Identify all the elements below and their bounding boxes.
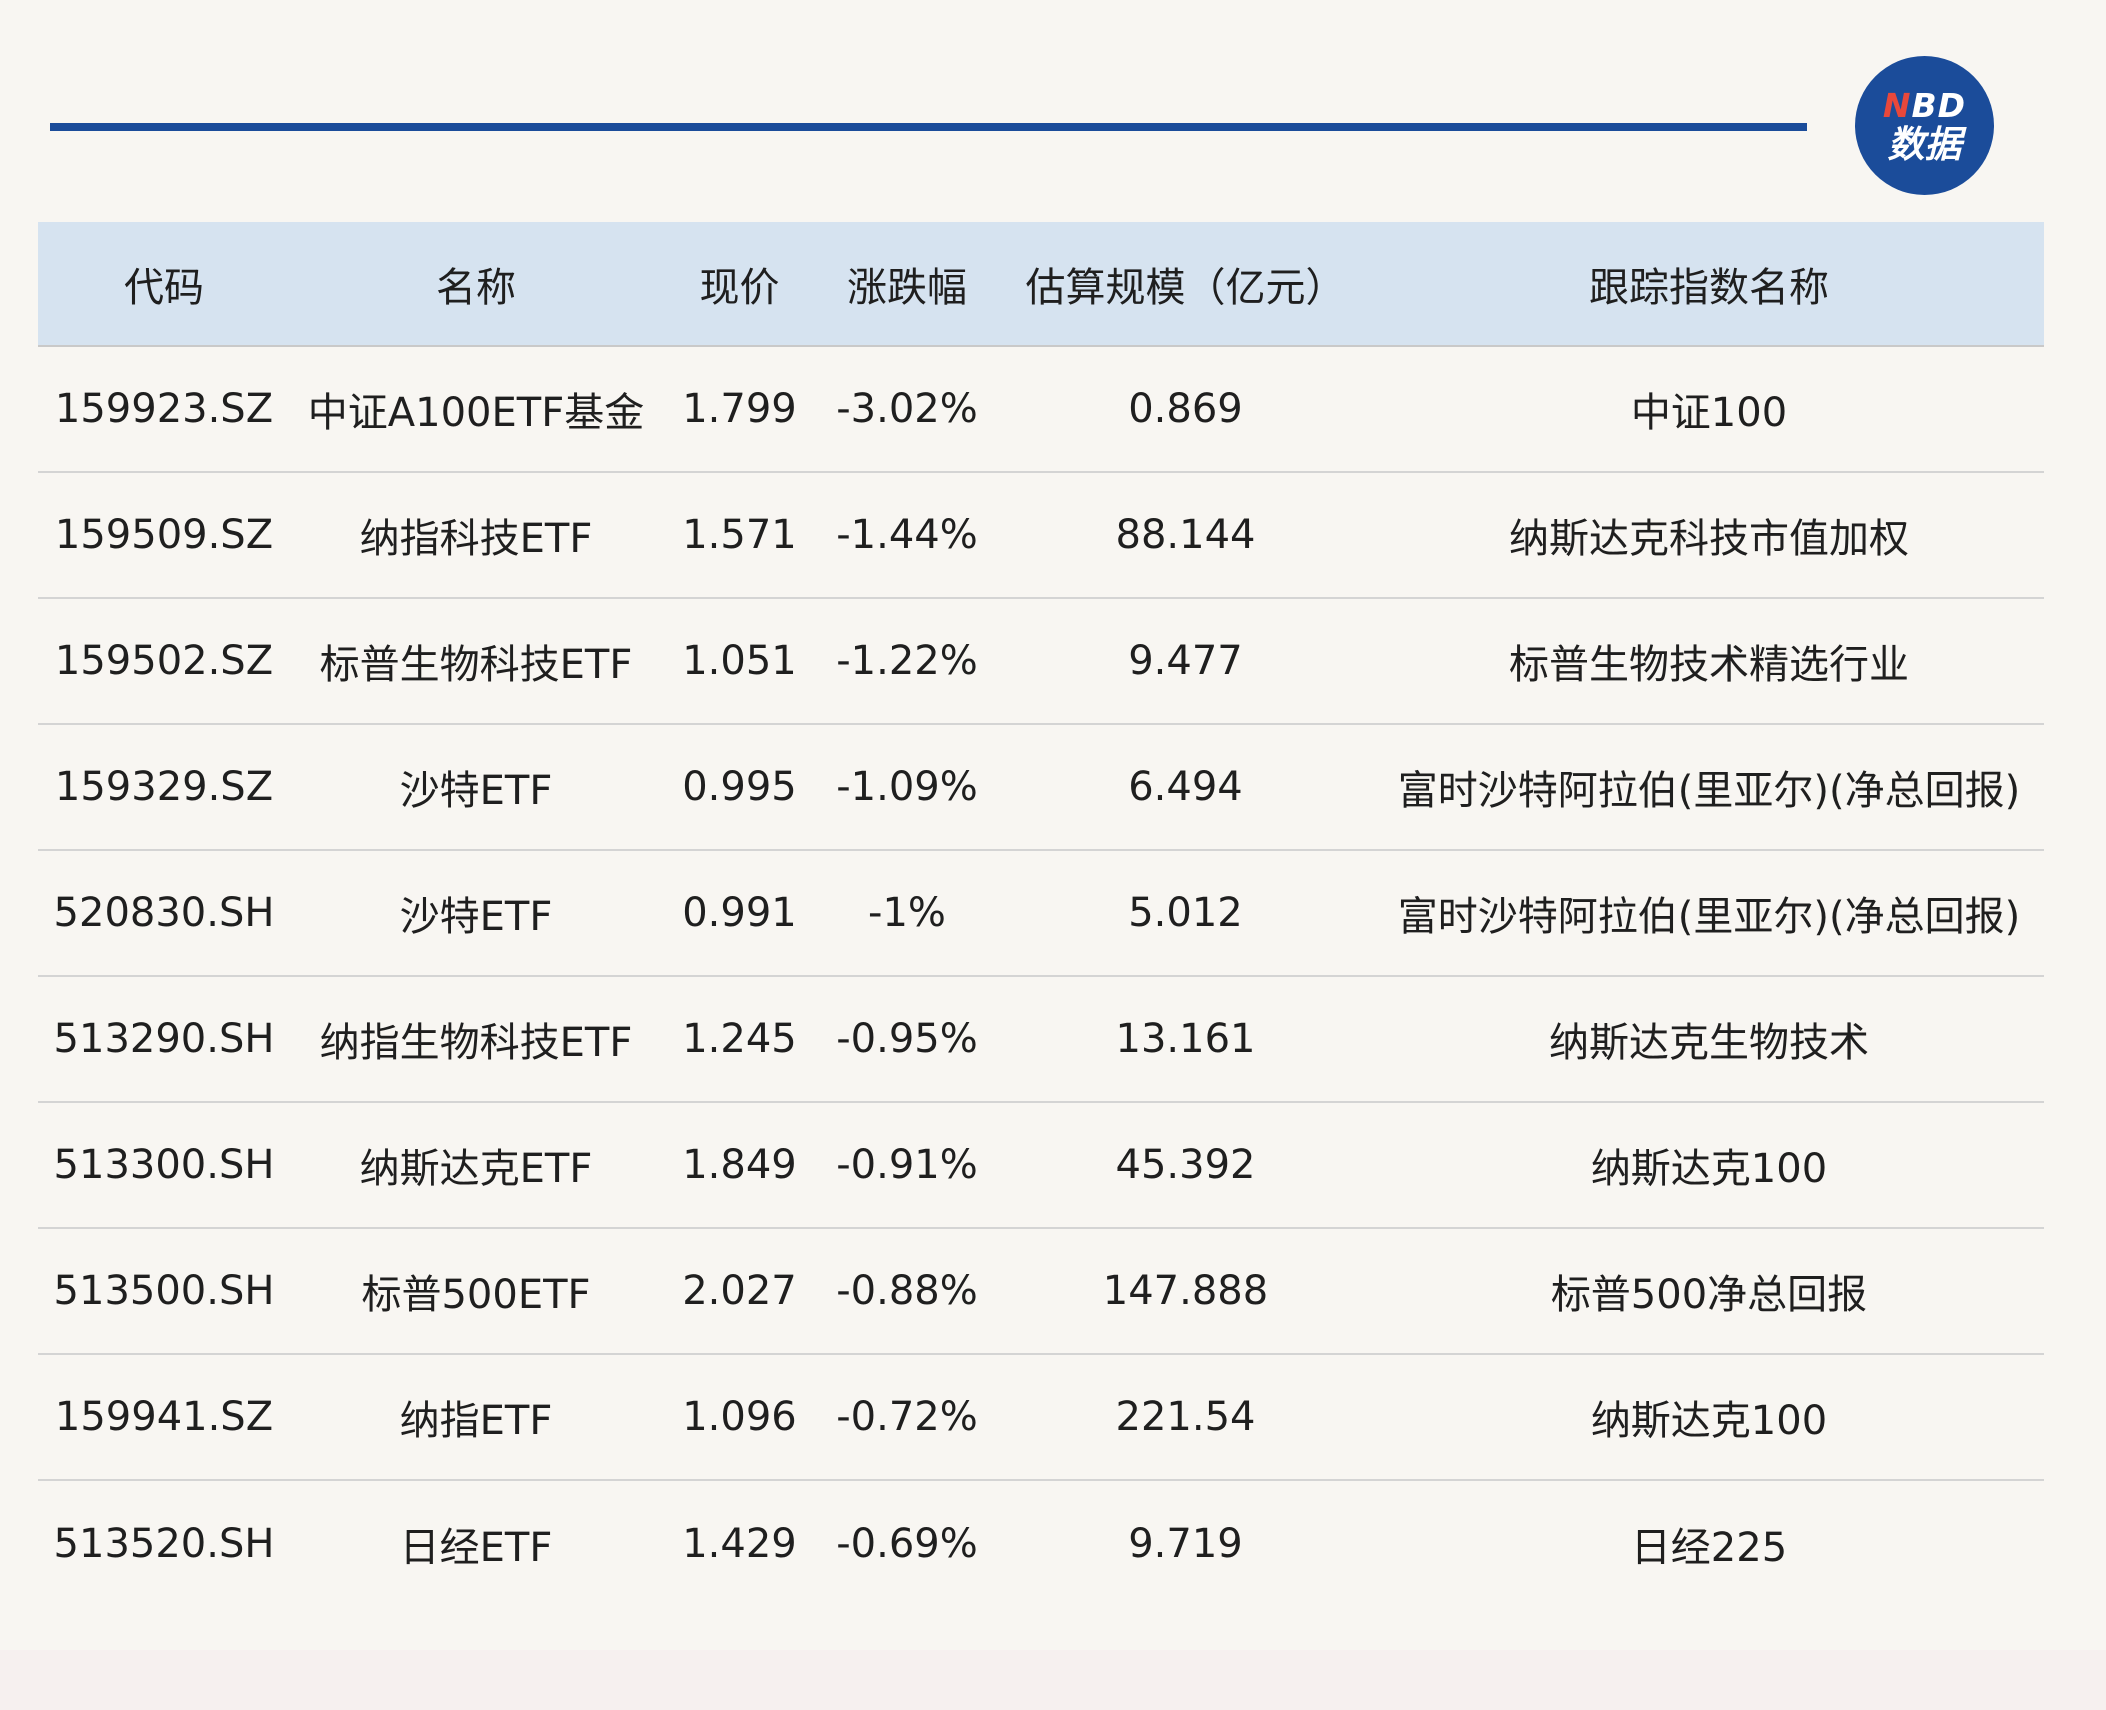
header-code: 代码 xyxy=(38,222,290,347)
cell-code: 159329.SZ xyxy=(38,724,290,851)
cell-scale: 9.719 xyxy=(1128,1520,1243,1567)
cell-index: 中证100 xyxy=(1374,346,2044,473)
header-scale: 估算规模（亿元） xyxy=(997,222,1374,347)
cell-change: -0.72% xyxy=(817,1354,997,1481)
table-row: 159329.SZ 沙特ETF 0.995 -1.09% 6.494 富时沙特阿… xyxy=(38,724,2044,851)
cell-scale: 5.012 xyxy=(997,850,1374,977)
cell-change: -0.91% xyxy=(817,1102,997,1229)
cell-scale: 6.494 xyxy=(997,724,1374,851)
cell-name: 纳指科技ETF xyxy=(290,472,662,599)
cell-scale: 0.869 xyxy=(997,346,1374,473)
logo-bottom-text: 数据 xyxy=(1887,122,1962,166)
cell-index: 标普生物技术精选行业 xyxy=(1374,598,2044,725)
cell-price: 1.799 xyxy=(662,346,817,473)
cell-scale: 45.392 xyxy=(997,1102,1374,1229)
etf-table: 代码 名称 现价 涨跌幅 估算规模（亿元） 跟踪指数名称 159923.SZ 中… xyxy=(38,222,2044,1606)
cell-index: 纳斯达克科技市值加权 xyxy=(1374,472,2044,599)
header-change: 涨跌幅 xyxy=(817,222,997,347)
logo-top-text: NBD xyxy=(1882,85,1967,125)
table-header-row: 代码 名称 现价 涨跌幅 估算规模（亿元） 跟踪指数名称 xyxy=(38,222,2044,347)
cell-index: 富时沙特阿拉伯(里亚尔)(净总回报) xyxy=(1374,724,2044,851)
cell-price: 1.051 xyxy=(662,598,817,725)
cell-change: -1.09% xyxy=(817,724,997,851)
cell-price: 1.245 xyxy=(662,976,817,1103)
cell-name: 中证A100ETF基金 xyxy=(290,346,662,473)
table-row: 513290.SH 纳指生物科技ETF 1.245 -0.95% 13.161 … xyxy=(38,976,2044,1103)
cell-code: 513500.SH xyxy=(38,1228,290,1355)
header-name: 名称 xyxy=(290,222,662,347)
cell-scale: 147.888 xyxy=(997,1228,1374,1355)
cell-scale: 221.54 xyxy=(997,1354,1374,1481)
cell-scale: 9.477 xyxy=(997,598,1374,725)
cell-code: 513300.SH xyxy=(38,1102,290,1229)
table-row: 513520.SH 日经ETF 1.429 -0.69% 9.719 日经225 xyxy=(38,1480,2044,1606)
cell-change: -1.44% xyxy=(817,472,997,599)
cell-change: -1.22% xyxy=(817,598,997,725)
top-rule xyxy=(50,123,1807,131)
bottom-band xyxy=(0,1650,2106,1710)
cell-name: 沙特ETF xyxy=(290,850,662,977)
cell-code: 159502.SZ xyxy=(38,598,290,725)
cell-index: 标普500净总回报 xyxy=(1374,1228,2044,1355)
header-index: 跟踪指数名称 xyxy=(1374,222,2044,347)
cell-price: 1.571 xyxy=(662,472,817,599)
cell-price: 2.027 xyxy=(662,1228,817,1355)
table-row: 159509.SZ 纳指科技ETF 1.571 -1.44% 88.144 纳斯… xyxy=(38,472,2044,599)
etf-table-container: 代码 名称 现价 涨跌幅 估算规模（亿元） 跟踪指数名称 159923.SZ 中… xyxy=(38,222,2044,1606)
cell-name: 沙特ETF xyxy=(290,724,662,851)
cell-name: 纳斯达克ETF xyxy=(290,1102,662,1229)
table-row: 520830.SH 沙特ETF 0.991 -1% 5.012 富时沙特阿拉伯(… xyxy=(38,850,2044,977)
cell-price: 1.429 xyxy=(682,1520,797,1567)
header-price: 现价 xyxy=(662,222,817,347)
cell-code: 513290.SH xyxy=(38,976,290,1103)
cell-change: -0.69% xyxy=(836,1520,978,1567)
cell-index: 纳斯达克生物技术 xyxy=(1374,976,2044,1103)
cell-code: 520830.SH xyxy=(38,850,290,977)
cell-scale: 13.161 xyxy=(997,976,1374,1103)
table-row: 513500.SH 标普500ETF 2.027 -0.88% 147.888 … xyxy=(38,1228,2044,1355)
cell-name: 纳指ETF xyxy=(290,1354,662,1481)
table-row: 513300.SH 纳斯达克ETF 1.849 -0.91% 45.392 纳斯… xyxy=(38,1102,2044,1229)
cell-price: 1.096 xyxy=(662,1354,817,1481)
cell-name: 标普生物科技ETF xyxy=(290,598,662,725)
cell-price: 0.995 xyxy=(662,724,817,851)
cell-change: -1% xyxy=(817,850,997,977)
cell-name: 标普500ETF xyxy=(290,1228,662,1355)
cell-name: 日经ETF xyxy=(399,1524,553,1571)
cell-code: 159923.SZ xyxy=(38,346,290,473)
cell-code: 159509.SZ xyxy=(38,472,290,599)
table-row: 159502.SZ 标普生物科技ETF 1.051 -1.22% 9.477 标… xyxy=(38,598,2044,725)
cell-code: 159941.SZ xyxy=(38,1354,290,1481)
cell-change: -3.02% xyxy=(817,346,997,473)
cell-name: 纳指生物科技ETF xyxy=(290,976,662,1103)
cell-change: -0.95% xyxy=(817,976,997,1103)
cell-scale: 88.144 xyxy=(997,472,1374,599)
cell-price: 1.849 xyxy=(662,1102,817,1229)
cell-index: 富时沙特阿拉伯(里亚尔)(净总回报) xyxy=(1374,850,2044,977)
nbd-data-logo: NBD 数据 xyxy=(1855,56,1994,195)
cell-index: 纳斯达克100 xyxy=(1374,1102,2044,1229)
table-row: 159941.SZ 纳指ETF 1.096 -0.72% 221.54 纳斯达克… xyxy=(38,1354,2044,1481)
cell-price: 0.991 xyxy=(662,850,817,977)
table-row: 159923.SZ 中证A100ETF基金 1.799 -3.02% 0.869… xyxy=(38,346,2044,473)
cell-code: 513520.SH xyxy=(53,1520,275,1567)
cell-index: 日经225 xyxy=(1630,1524,1788,1571)
cell-index: 纳斯达克100 xyxy=(1374,1354,2044,1481)
cell-change: -0.88% xyxy=(817,1228,997,1355)
